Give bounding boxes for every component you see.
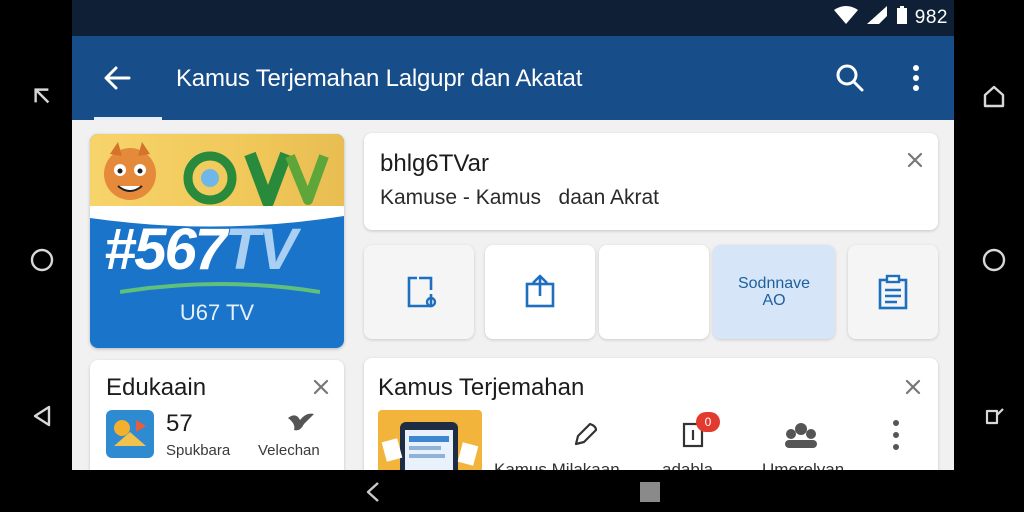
search-icon[interactable]: [834, 62, 866, 94]
rotate-icon[interactable]: [22, 76, 62, 116]
circle-icon[interactable]: [974, 240, 1014, 280]
action-tile-open[interactable]: [364, 245, 474, 339]
education-left-label: Spukbara: [166, 442, 231, 459]
clipboard-list-icon: [878, 274, 908, 310]
status-time: 982: [914, 7, 948, 28]
tab-indicator: [94, 117, 162, 120]
promo-swoosh: [120, 282, 320, 294]
promo-big-text: #567TV: [104, 217, 297, 282]
promo-card[interactable]: #567TV U67 TV: [90, 134, 344, 348]
recents-square-icon[interactable]: [630, 472, 670, 512]
kamus-action-label-1: Kamus Milakaan: [494, 460, 620, 470]
page-title: Kamus Terjemahan Lalgupr dan Akatat: [176, 65, 583, 92]
signal-icon: [865, 5, 889, 31]
home-circle-icon[interactable]: [22, 240, 62, 280]
more-vertical-icon[interactable]: [902, 62, 930, 94]
action-tile-empty[interactable]: [599, 245, 709, 339]
back-triangle-icon[interactable]: [22, 396, 62, 436]
notification-badge: 0: [696, 412, 720, 432]
promo-banner: [90, 134, 344, 214]
promo-sub-text: U67 TV: [179, 300, 255, 325]
bottom-nav-bar: [72, 470, 954, 512]
info-card-title: bhlg6TVar: [380, 150, 489, 177]
left-nav-bar: [0, 0, 72, 512]
app-screen: 982 Kamus Terjemahan Lalgupr dan Akatat: [72, 0, 954, 470]
close-icon[interactable]: [312, 378, 330, 396]
more-vertical-icon[interactable]: [890, 418, 902, 457]
wifi-icon: [833, 5, 859, 31]
mascot-logo-icon: [104, 142, 329, 208]
education-count: 57: [166, 410, 193, 437]
pen-icon[interactable]: [570, 420, 600, 455]
right-nav-bar: [954, 0, 1024, 512]
kamus-card-title: Kamus Terjemahan: [378, 374, 585, 401]
battery-icon: [895, 5, 909, 31]
close-icon[interactable]: [904, 378, 922, 396]
back-arrow-icon[interactable]: [102, 62, 134, 94]
action-tile-list[interactable]: [848, 245, 938, 339]
education-right-label: Velechan: [258, 442, 320, 459]
info-card[interactable]: bhlg6TVar Kamuse - Kamus daan Akrat: [364, 133, 938, 230]
back-icon[interactable]: [354, 472, 394, 512]
action-tile-selected[interactable]: Sodnnave AO: [713, 245, 835, 339]
education-app-icon: [106, 410, 154, 458]
group-icon[interactable]: [784, 420, 818, 455]
status-bar: 982: [72, 0, 954, 36]
kamus-action-label-3: Umerelyan: [762, 460, 845, 470]
app-bar: Kamus Terjemahan Lalgupr dan Akatat: [72, 36, 954, 120]
info-card-subtitle: Kamuse - Kamus daan Akrat: [380, 186, 659, 209]
action-tile-label: Sodnnave AO: [737, 275, 811, 309]
education-card-title: Edukaain: [106, 374, 207, 401]
home-icon[interactable]: [974, 76, 1014, 116]
kamus-action-label-2: adabla: [662, 460, 714, 470]
share-icon: [525, 274, 555, 308]
kamus-app-image: [378, 410, 482, 470]
bird-icon: [286, 410, 316, 441]
open-in-window-icon: [407, 276, 437, 308]
education-card[interactable]: Edukaain 57 Spukbara Velechan: [90, 360, 344, 470]
close-icon[interactable]: [906, 151, 924, 169]
action-tile-share[interactable]: [485, 245, 595, 339]
kamus-card[interactable]: Kamus Terjemahan 0 Kamus Milakaan adabla…: [364, 358, 938, 470]
screen-rotate-icon[interactable]: [974, 396, 1014, 436]
